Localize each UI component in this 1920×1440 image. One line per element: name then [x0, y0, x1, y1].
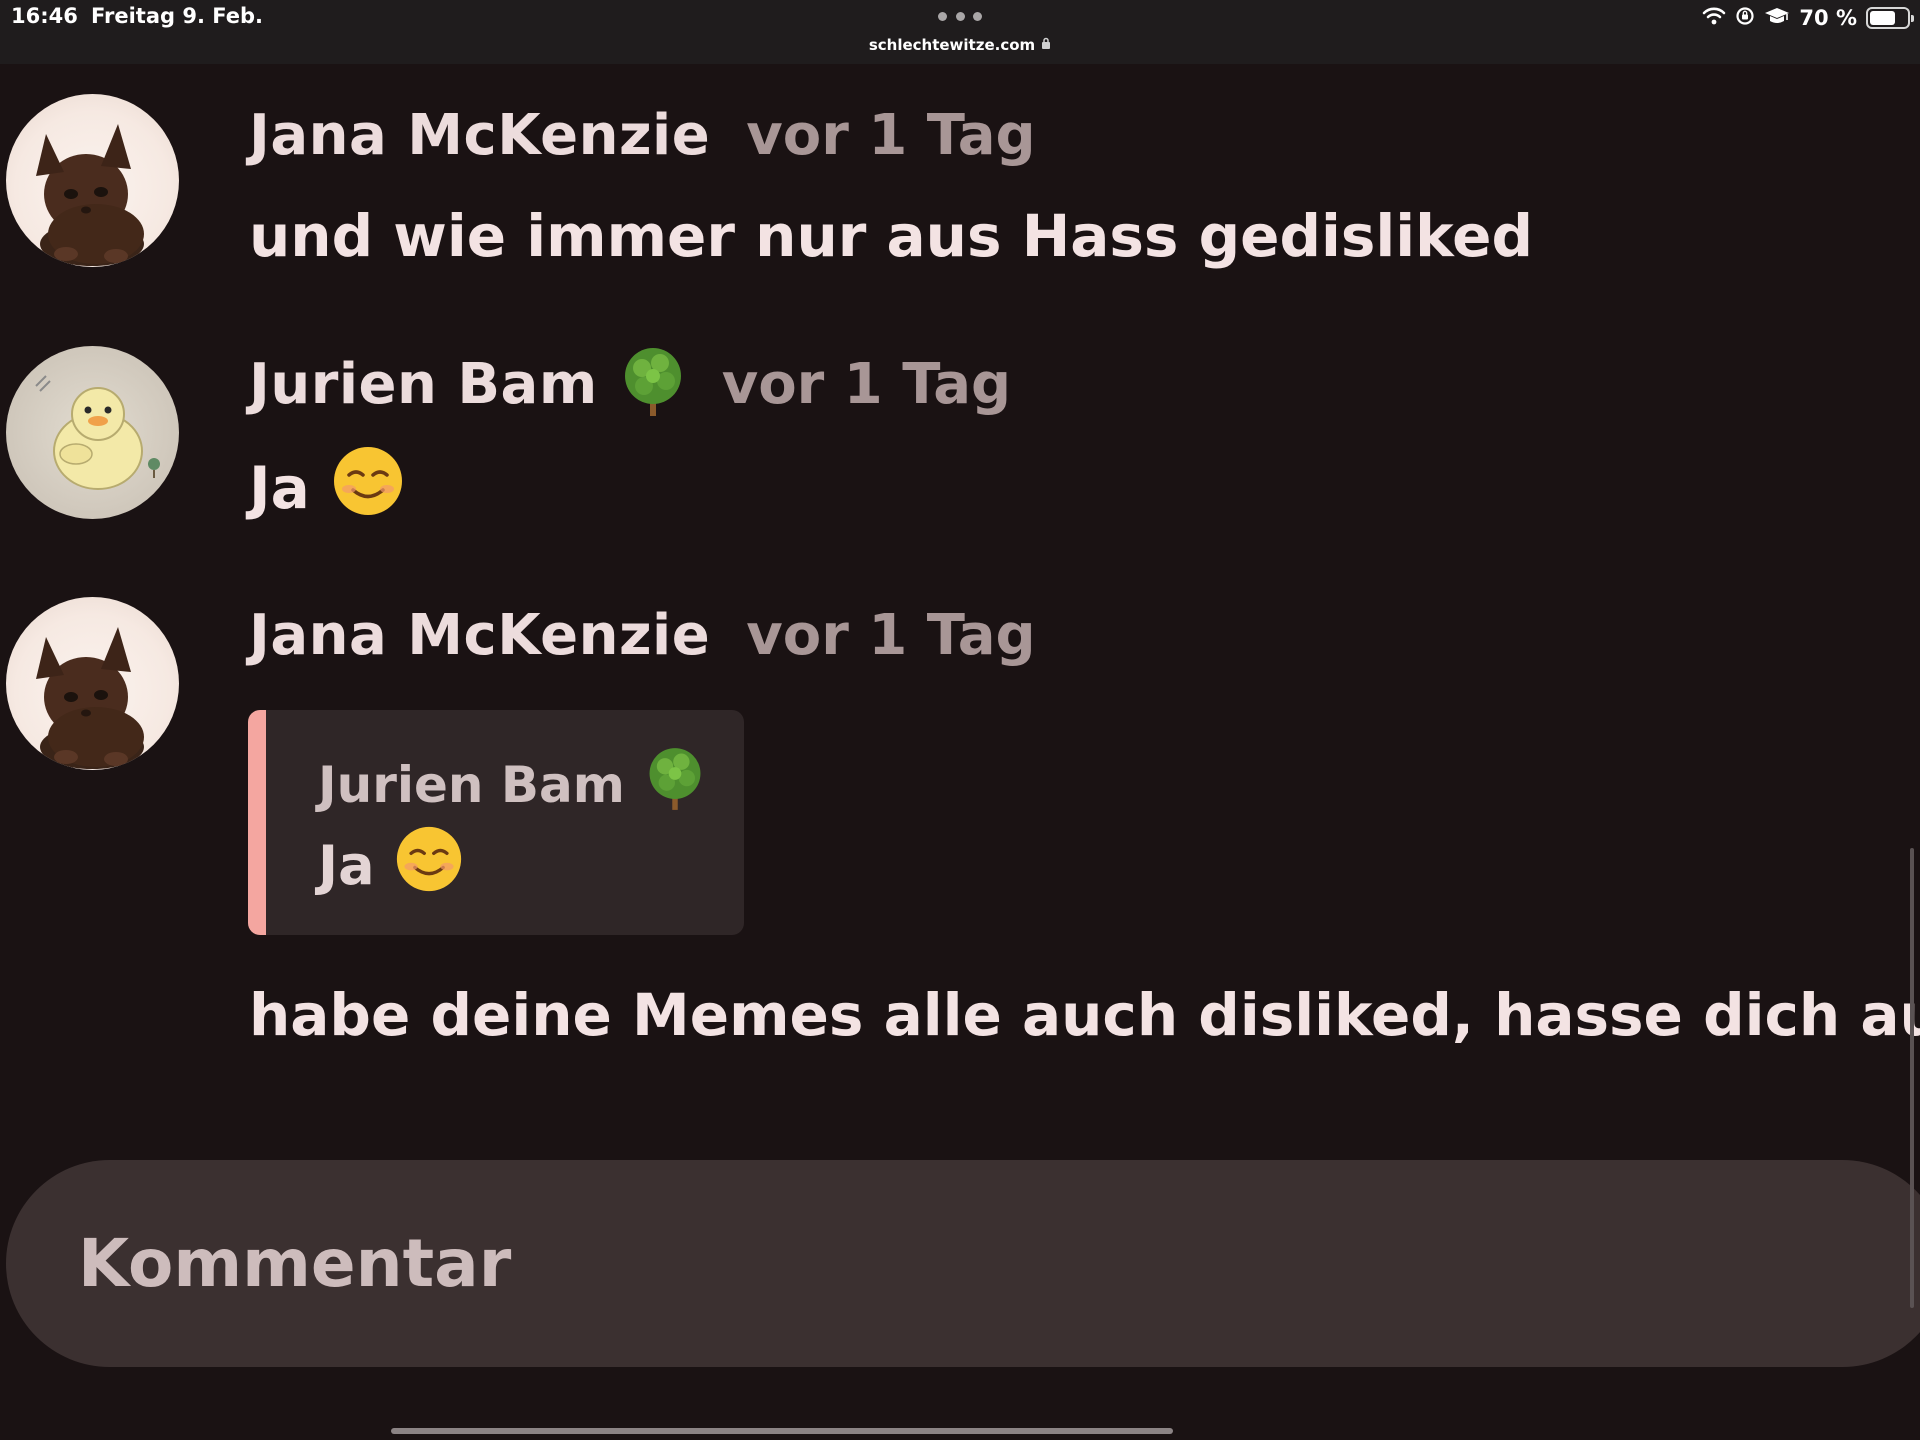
avatar[interactable] [6, 94, 179, 267]
quote-header: Jurien Bam [318, 746, 705, 824]
address-bar[interactable]: schlechtewitze.com [840, 36, 1080, 54]
comment-author[interactable]: Jurien Bam [249, 352, 598, 417]
tree-emoji [645, 746, 705, 824]
battery-fill [1870, 11, 1896, 25]
comment-author[interactable]: Jana McKenzie [249, 103, 710, 168]
tree-emoji [620, 346, 686, 422]
battery-percent: 70 % [1799, 6, 1857, 30]
battery-icon [1866, 7, 1914, 29]
avatar[interactable] [6, 346, 179, 519]
smiling-face-emoji [332, 445, 404, 531]
smiling-face-emoji [395, 825, 463, 906]
comment-header: Jana McKenzie vor 1 Tag [249, 600, 1036, 670]
comment-author[interactable]: Jana McKenzie [249, 603, 710, 668]
comment-text: habe deine Memes alle auch disliked, has… [249, 975, 1920, 1055]
comment-body: und wie immer nur aus Hass gedisliked [249, 202, 1534, 270]
avatar[interactable] [6, 597, 179, 770]
comment-input-container[interactable] [6, 1160, 1920, 1367]
comment-body: habe deine Memes alle auch disliked, has… [249, 981, 1920, 1049]
quote-text: Ja [318, 825, 463, 906]
comment-header: Jana McKenzie vor 1 Tag [249, 100, 1036, 170]
comment-text: Ja [249, 446, 404, 530]
wifi-icon [1702, 6, 1726, 30]
comment-time: vor 1 Tag [746, 102, 1036, 168]
comment-body: Ja [249, 454, 310, 522]
kitten-avatar [36, 124, 144, 266]
status-bar: 16:46 Freitag 9. Feb. schlechtewitze.com [0, 0, 1920, 64]
comment-header: Jurien Bam vor 1 Tag [249, 346, 1011, 422]
status-date: Freitag 9. Feb. [91, 4, 263, 28]
comment-text: und wie immer nur aus Hass gedisliked [249, 196, 1533, 276]
home-indicator[interactable] [391, 1428, 1173, 1434]
duck-avatar [35, 375, 160, 490]
quote-body: Ja [318, 834, 375, 897]
rotation-lock-icon [1735, 6, 1755, 30]
comment-time: vor 1 Tag [746, 602, 1036, 668]
status-time: 16:46 [11, 4, 78, 28]
graduation-cap-icon [1764, 6, 1790, 30]
url-text: schlechtewitze.com [868, 36, 1036, 54]
quote-accent-bar [248, 710, 266, 935]
comment-input[interactable] [76, 1160, 1776, 1367]
kitten-avatar [36, 627, 144, 769]
scrollbar[interactable] [1910, 848, 1914, 1308]
comment-time: vor 1 Tag [721, 351, 1012, 417]
quoted-reply[interactable]: Jurien Bam Ja [248, 710, 744, 935]
more-dots-icon[interactable] [938, 12, 982, 22]
lock-icon [1041, 37, 1051, 53]
quote-author: Jurien Bam [318, 756, 625, 814]
